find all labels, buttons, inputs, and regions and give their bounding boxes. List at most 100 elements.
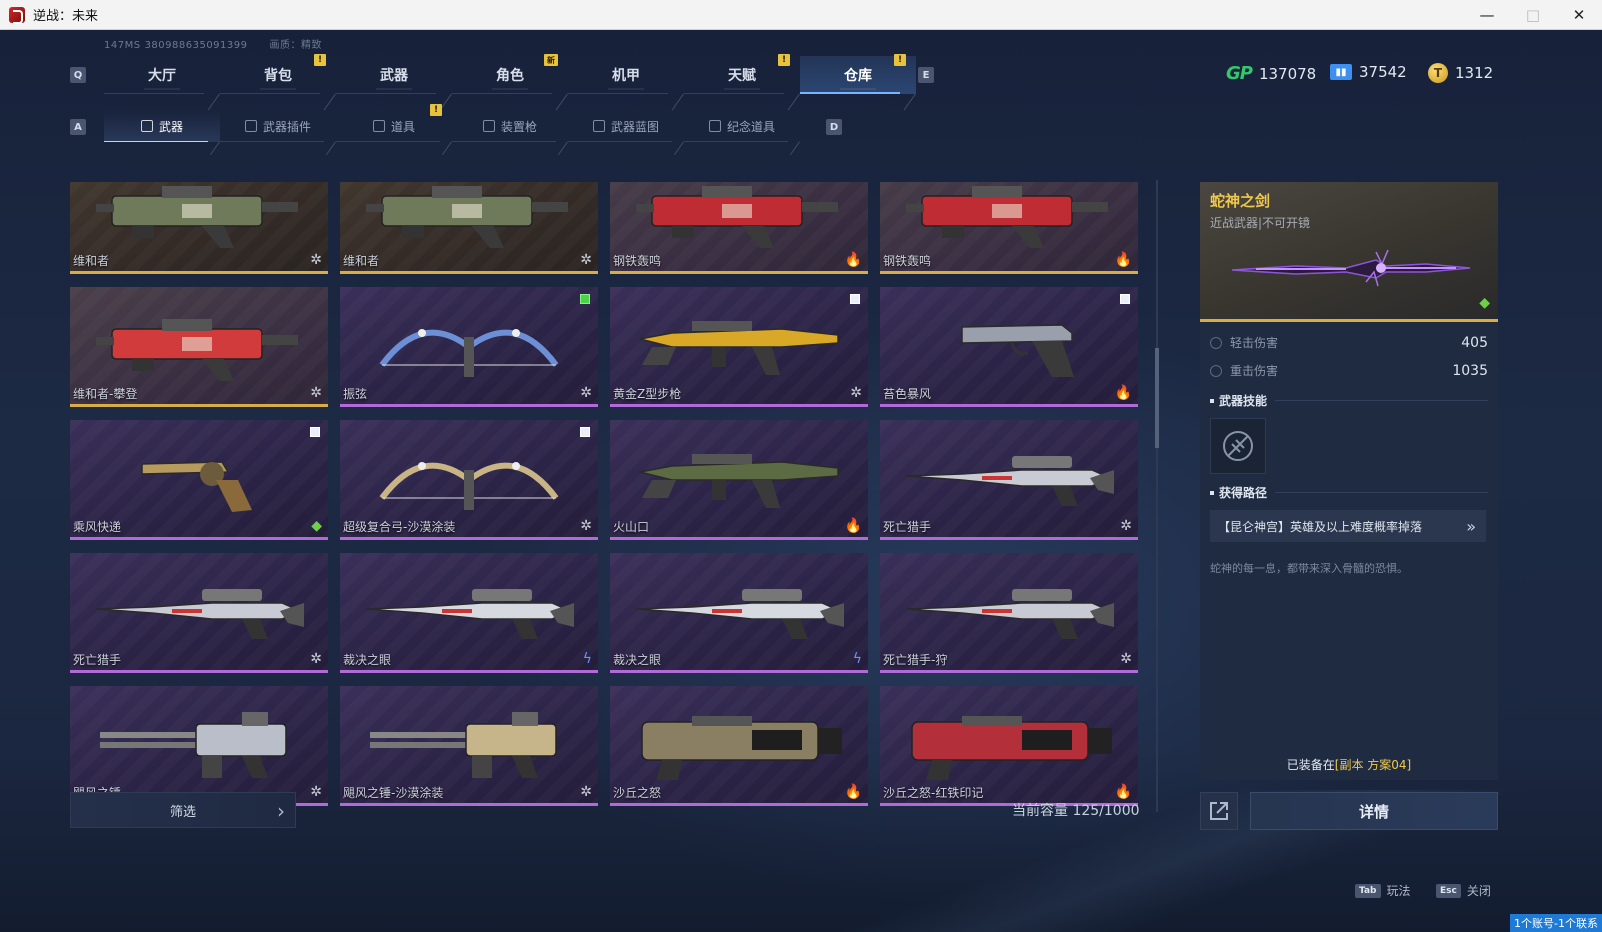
main-tab-5[interactable]: 天赋! bbox=[684, 54, 800, 94]
sub-tab-1[interactable]: 武器插件 bbox=[220, 110, 336, 142]
weapon-card[interactable]: 裁决之眼 ϟ bbox=[340, 553, 598, 673]
equipped-status: 已装备在[副本 方案04] bbox=[1200, 756, 1498, 773]
rifle-icon bbox=[639, 321, 839, 375]
selection-checkbox[interactable] bbox=[850, 294, 860, 304]
share-button[interactable] bbox=[1200, 792, 1238, 830]
tab-underline bbox=[568, 141, 672, 142]
weapon-card[interactable]: 沙丘之怒 🔥 bbox=[610, 686, 868, 806]
heavy-gun-icon bbox=[906, 186, 1108, 248]
main-tab-1[interactable]: 背包! bbox=[220, 54, 336, 94]
sub-tab-label: 道具 bbox=[390, 119, 415, 134]
rifle-icon bbox=[639, 454, 839, 508]
weapon-card[interactable]: 钢铁轰鸣 🔥 bbox=[610, 182, 868, 274]
filter-button[interactable]: 筛选 › bbox=[70, 792, 296, 828]
hotkey-gameplay[interactable]: Tab 玩法 bbox=[1355, 882, 1411, 899]
main-tab-0[interactable]: 大厅 bbox=[104, 56, 220, 94]
fire-icon: 🔥 bbox=[844, 252, 862, 268]
stat-label: 轻击伤害 bbox=[1230, 336, 1279, 350]
sub-tab-label: 纪念道具 bbox=[726, 119, 775, 134]
weapon-card[interactable]: 钢铁轰鸣 🔥 bbox=[880, 182, 1138, 274]
weapon-card[interactable]: 沙丘之怒-红铁印记 🔥 bbox=[880, 686, 1138, 806]
sub-tab-label: 武器蓝图 bbox=[610, 119, 659, 134]
minigun-icon bbox=[370, 712, 557, 778]
weapon-card[interactable]: 死亡猎手-狩 ✲ bbox=[880, 553, 1138, 673]
weapon-card[interactable]: 死亡猎手 ✲ bbox=[880, 420, 1138, 540]
sub-tab-icon bbox=[140, 120, 153, 132]
selection-checkbox[interactable] bbox=[580, 427, 590, 437]
weapon-card[interactable]: 火山口 🔥 bbox=[610, 420, 868, 540]
sub-tab-icon bbox=[708, 120, 721, 132]
cannon-icon bbox=[911, 716, 1112, 780]
source-heading-text: 获得路径 bbox=[1219, 486, 1268, 500]
account-badge[interactable]: 1个账号-1个联系 bbox=[1510, 914, 1602, 932]
sub-tab-label: 装置枪 bbox=[500, 119, 537, 134]
sub-tab-icon bbox=[244, 120, 257, 132]
sub-tab-5[interactable]: 纪念道具 bbox=[684, 110, 800, 142]
sub-tab-bar: 武器 武器插件 道具! 装置枪 武器蓝图 纪念道具 bbox=[104, 104, 800, 142]
hotkey-close[interactable]: Esc 关闭 bbox=[1436, 882, 1491, 899]
bow-icon bbox=[379, 329, 559, 377]
heavy-gun-icon bbox=[96, 319, 298, 381]
sub-tab-0[interactable]: 武器 bbox=[104, 110, 220, 142]
selection-checkbox[interactable] bbox=[310, 427, 320, 437]
weapon-card[interactable]: 维和者 ✲ bbox=[340, 182, 598, 274]
source-link[interactable]: 【昆仑神宫】英雄及以上难度概率掉落 » bbox=[1210, 510, 1486, 542]
weapon-card[interactable]: 振弦 ✲ bbox=[340, 287, 598, 407]
fire-icon: 🔥 bbox=[1114, 252, 1132, 268]
weapon-card[interactable]: 黄金Z型步枪 ✲ bbox=[610, 287, 868, 407]
maximize-button[interactable]: □ bbox=[1510, 0, 1556, 30]
weapon-name: 沙丘之怒 bbox=[613, 786, 662, 800]
skill-icon bbox=[1223, 431, 1253, 461]
minimize-button[interactable]: — bbox=[1464, 0, 1510, 30]
main-tab-2[interactable]: 武器 bbox=[336, 56, 452, 94]
weapon-name: 维和者 bbox=[73, 254, 110, 268]
coin-amount: 1312 bbox=[1455, 64, 1494, 82]
weapon-card[interactable]: 维和者 ✲ bbox=[70, 182, 328, 274]
sub-tab-3[interactable]: 装置枪 bbox=[452, 110, 568, 142]
tab-key: Tab bbox=[1355, 883, 1381, 898]
sniper-icon bbox=[95, 589, 304, 639]
weapon-name: 裁决之眼 bbox=[613, 653, 662, 667]
chevron-right-icon: › bbox=[277, 799, 285, 823]
pistol-icon bbox=[961, 324, 1074, 377]
tab-underline bbox=[452, 141, 556, 142]
sub-tab-4[interactable]: 武器蓝图 bbox=[568, 110, 684, 142]
star-icon: ✲ bbox=[310, 385, 322, 401]
weapon-card[interactable]: 飓风之锤✲ bbox=[70, 686, 328, 806]
weapon-card[interactable]: 苔色暴风 🔥 bbox=[880, 287, 1138, 407]
tab-badge: ! bbox=[778, 54, 790, 66]
close-button[interactable]: ✕ bbox=[1556, 0, 1602, 30]
weapon-card[interactable]: 超级复合弓-沙漠涂装 ✲ bbox=[340, 420, 598, 540]
weapon-card[interactable]: 裁决之眼 ϟ bbox=[610, 553, 868, 673]
detail-button[interactable]: 详情 bbox=[1250, 792, 1498, 830]
cannon-icon bbox=[641, 716, 842, 780]
star-icon: ✲ bbox=[1120, 651, 1132, 667]
status-line: 147MS 380988635091399 画质：精致 bbox=[104, 36, 344, 51]
main-tab-4[interactable]: 机甲 bbox=[568, 56, 684, 94]
ticket-icon: ▮▮ bbox=[1330, 64, 1352, 80]
heavy-gun-icon bbox=[366, 186, 568, 248]
weapon-card[interactable]: 死亡猎手 ✲ bbox=[70, 553, 328, 673]
main-tab-label: 大厅 bbox=[148, 68, 176, 84]
close-label: 关闭 bbox=[1466, 884, 1491, 898]
selection-checkbox[interactable] bbox=[580, 294, 590, 304]
tab-badge: ! bbox=[314, 54, 326, 66]
main-tab-6[interactable]: 仓库! bbox=[800, 54, 916, 94]
main-tab-3[interactable]: 角色 新 bbox=[452, 54, 568, 94]
weapon-card[interactable]: 维和者-攀登 ✲ bbox=[70, 287, 328, 407]
main-tab-label: 背包 bbox=[264, 68, 292, 84]
equipped-prefix: 已装备在 bbox=[1286, 758, 1335, 772]
detail-weapon-name: 蛇神之剑 bbox=[1210, 192, 1271, 210]
selection-checkbox[interactable] bbox=[1120, 294, 1130, 304]
stat-heavy-attack: 重击伤害 1035 bbox=[1210, 362, 1488, 379]
sub-tab-label: 武器插件 bbox=[262, 119, 311, 134]
key-hint-a: A bbox=[70, 119, 86, 135]
weapon-card[interactable]: 乘风快递 ◆ bbox=[70, 420, 328, 540]
weapon-skill-slot[interactable] bbox=[1210, 418, 1266, 474]
weapon-name: 振弦 bbox=[343, 387, 368, 401]
grid-scrollbar[interactable] bbox=[1155, 180, 1159, 812]
weapon-name: 乘风快递 bbox=[73, 520, 122, 534]
scroll-thumb[interactable] bbox=[1155, 348, 1159, 448]
weapon-card[interactable]: 飓风之锤-沙漠涂装 ✲ bbox=[340, 686, 598, 806]
sub-tab-2[interactable]: 道具! bbox=[336, 104, 452, 142]
